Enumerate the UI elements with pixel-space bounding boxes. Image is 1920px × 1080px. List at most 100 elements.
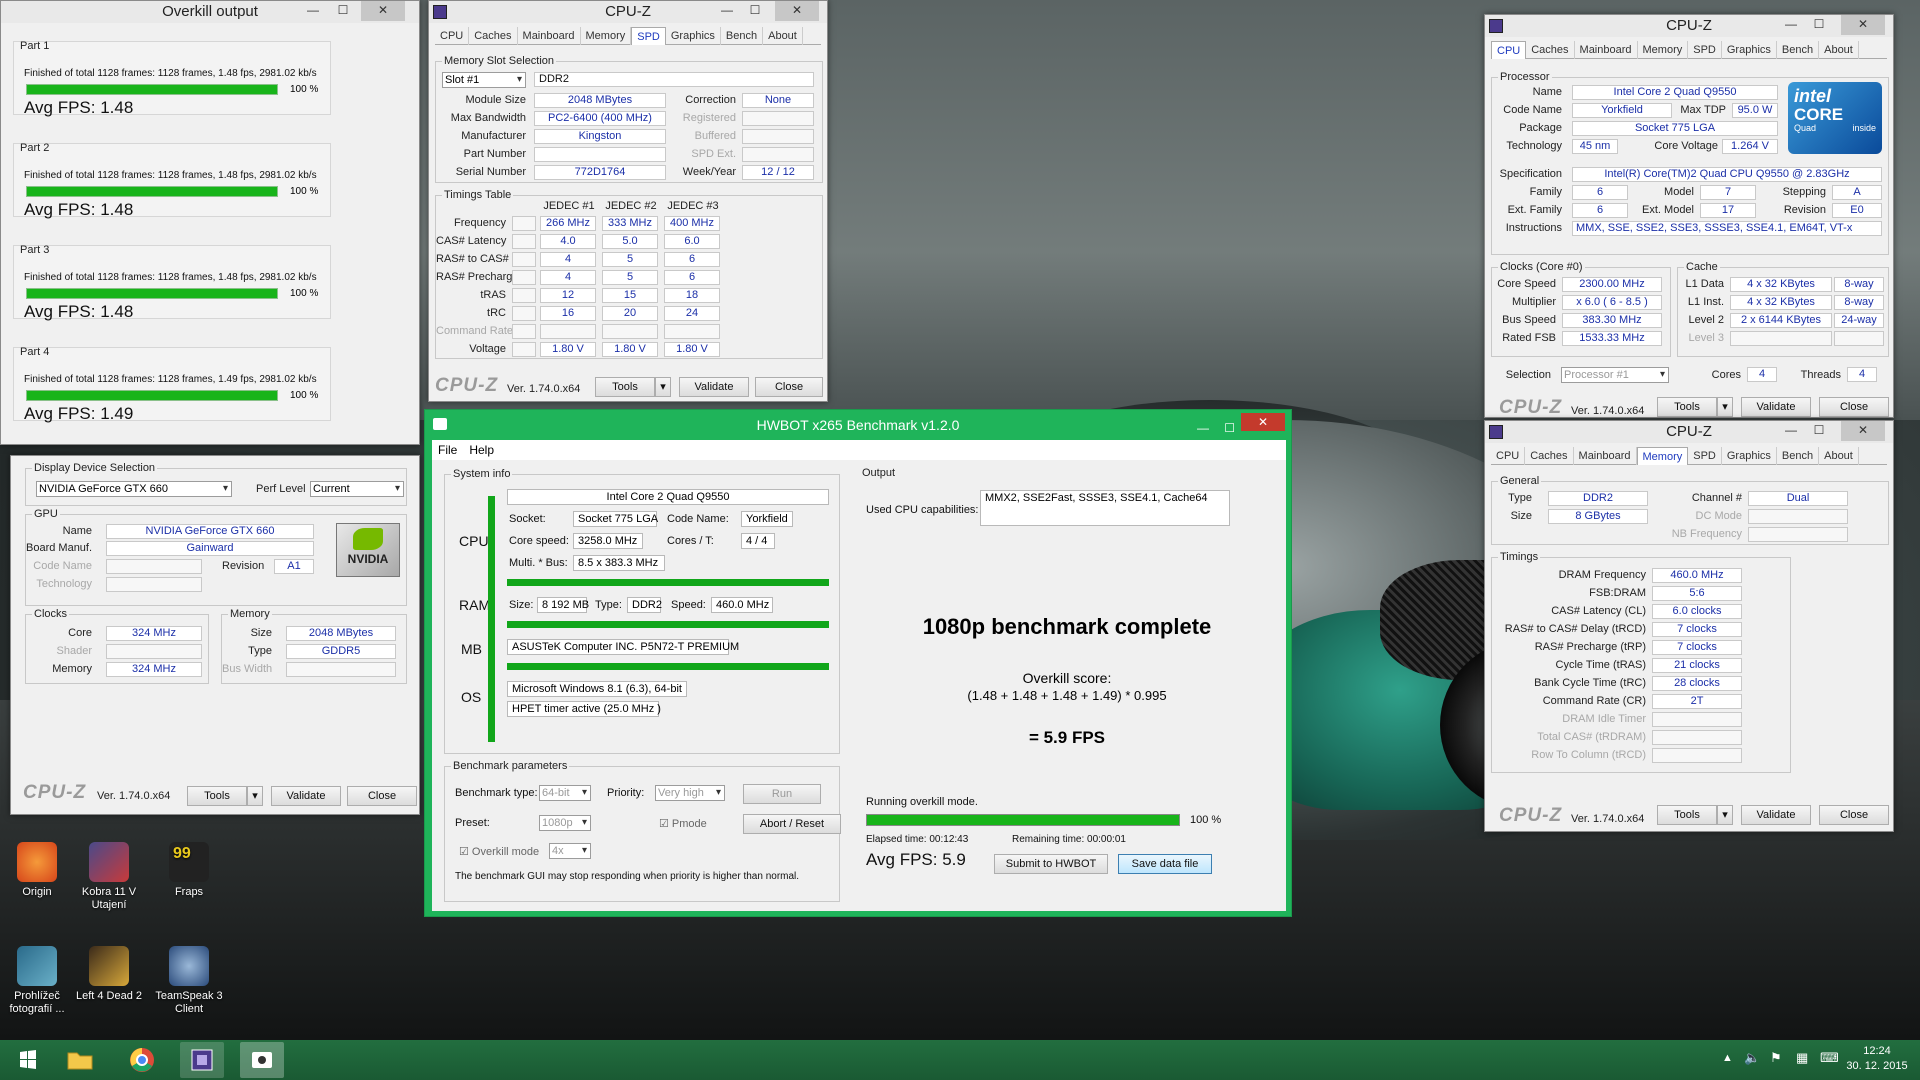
timing-cell: 333 MHz — [602, 216, 658, 231]
maximize-button[interactable]: ☐ — [1805, 421, 1833, 441]
code-name-label: Code Name — [33, 560, 92, 572]
tools-dropdown-button[interactable]: ▾ — [247, 786, 263, 806]
menu-help[interactable]: Help — [469, 440, 494, 460]
desktop-icon-fraps[interactable]: 99 Fraps — [154, 842, 224, 899]
tray-show-hidden-icon[interactable]: ▲ — [1722, 1052, 1733, 1064]
menu-file[interactable]: File — [438, 440, 457, 460]
tab-mainboard[interactable]: Mainboard — [1574, 447, 1637, 465]
serial-number-label: Serial Number — [455, 166, 526, 178]
overkill-part: Part 3 Finished of total 1128 frames: 11… — [13, 244, 331, 321]
tab-about[interactable]: About — [1819, 41, 1859, 59]
taskbar-clock[interactable]: 12:24 30. 12. 2015 — [1842, 1044, 1912, 1074]
keyboard-icon[interactable]: ⌨ — [1820, 1050, 1839, 1066]
minimize-button[interactable]: — — [1777, 421, 1805, 441]
close-button[interactable]: ✕ — [1241, 413, 1285, 431]
tools-dropdown-button[interactable]: ▾ — [655, 377, 671, 397]
multi-bus-field: 8.5 x 383.3 MHz — [573, 555, 665, 571]
tools-button[interactable]: Tools — [595, 377, 655, 397]
pmode-checkbox[interactable]: ☑ Pmode — [659, 817, 707, 830]
submit-to-hwbot-button[interactable]: Submit to HWBOT — [994, 854, 1108, 874]
minimize-button[interactable]: — — [1197, 413, 1209, 443]
volume-icon[interactable]: 🔈 — [1744, 1050, 1760, 1066]
package-value: Socket 775 LGA — [1572, 121, 1778, 136]
tab-memory[interactable]: Memory — [1638, 41, 1689, 59]
validate-button[interactable]: Validate — [1741, 397, 1811, 417]
tab-memory[interactable]: Memory — [1636, 447, 1689, 465]
tab-cpu[interactable]: CPU — [1491, 447, 1526, 465]
tab-about[interactable]: About — [763, 27, 803, 45]
desktop-icon-teamspeak[interactable]: TeamSpeak 3 Client — [154, 946, 224, 1016]
maximize-button[interactable]: ☐ — [329, 1, 357, 21]
tab-memory[interactable]: Memory — [581, 27, 632, 45]
desktop-icon-kobra[interactable]: Kobra 11 V Utajení — [74, 842, 144, 912]
save-data-file-button[interactable]: Save data file — [1118, 854, 1212, 874]
slot-select[interactable]: Slot #1 — [442, 72, 526, 88]
tab-bench[interactable]: Bench — [1777, 41, 1820, 59]
tools-button[interactable]: Tools — [187, 786, 247, 806]
close-button[interactable]: ✕ — [1841, 421, 1885, 441]
tab-caches[interactable]: Caches — [469, 27, 518, 45]
taskbar-cpuz[interactable] — [180, 1042, 224, 1078]
maximize-button[interactable]: ☐ — [741, 1, 769, 21]
close-button[interactable]: ✕ — [361, 1, 405, 21]
taskbar-hwbot[interactable] — [240, 1042, 284, 1078]
timing-cell: 5.0 — [602, 234, 658, 249]
timing-row-label: RAS# to CAS# — [436, 253, 509, 265]
validate-button[interactable]: Validate — [271, 786, 341, 806]
maximize-button[interactable]: ☐ — [1805, 15, 1833, 35]
tab-spd[interactable]: SPD — [1688, 447, 1722, 465]
close-button[interactable]: Close — [1819, 805, 1889, 825]
benchmark-type-select[interactable]: 64-bit — [539, 785, 591, 801]
tools-button[interactable]: Tools — [1657, 805, 1717, 825]
perf-level-select[interactable]: Current — [310, 481, 404, 497]
action-center-flag-icon[interactable]: ⚑ — [1770, 1050, 1782, 1066]
tab-graphics[interactable]: Graphics — [666, 27, 721, 45]
desktop-icon-left4dead2[interactable]: Left 4 Dead 2 — [74, 946, 144, 1003]
taskbar-chrome[interactable] — [120, 1042, 164, 1078]
validate-button[interactable]: Validate — [679, 377, 749, 397]
tab-cpu[interactable]: CPU — [435, 27, 470, 45]
device-select[interactable]: NVIDIA GeForce GTX 660 — [36, 481, 232, 497]
validate-button[interactable]: Validate — [1741, 805, 1811, 825]
network-icon[interactable]: ▦ — [1796, 1050, 1808, 1066]
tools-dropdown-button[interactable]: ▾ — [1717, 805, 1733, 825]
close-button[interactable]: ✕ — [1841, 15, 1885, 35]
priority-select[interactable]: Very high — [655, 785, 725, 801]
close-button[interactable]: ✕ — [775, 1, 819, 21]
start-button[interactable] — [6, 1042, 50, 1078]
tab-spd[interactable]: SPD — [1688, 41, 1722, 59]
tab-cpu[interactable]: CPU — [1491, 41, 1527, 59]
part-status: Finished of total 1128 frames: 1128 fram… — [24, 68, 317, 79]
tab-mainboard[interactable]: Mainboard — [518, 27, 581, 45]
minimize-button[interactable]: — — [1777, 15, 1805, 35]
tab-graphics[interactable]: Graphics — [1722, 41, 1777, 59]
tab-graphics[interactable]: Graphics — [1722, 447, 1777, 465]
tools-dropdown-button[interactable]: ▾ — [1717, 397, 1733, 417]
tab-mainboard[interactable]: Mainboard — [1575, 41, 1638, 59]
close-button[interactable]: Close — [1819, 397, 1889, 417]
core-speed-label: Core Speed — [1497, 278, 1556, 290]
minimize-button[interactable]: — — [299, 1, 327, 21]
tab-bench[interactable]: Bench — [1777, 447, 1820, 465]
run-button[interactable]: Run — [743, 784, 821, 804]
desktop-icon-origin[interactable]: Origin — [2, 842, 72, 899]
tab-caches[interactable]: Caches — [1525, 447, 1574, 465]
desktop-icon-photo-viewer[interactable]: Prohlížeč fotografií ... — [2, 946, 72, 1016]
maximize-button[interactable]: ☐ — [1224, 413, 1235, 443]
overkill-mode-checkbox[interactable]: ☑ Overkill mode — [459, 845, 539, 858]
abort-reset-button[interactable]: Abort / Reset — [743, 814, 841, 834]
close-button[interactable]: Close — [755, 377, 823, 397]
taskbar-file-explorer[interactable] — [58, 1042, 102, 1078]
tools-button[interactable]: Tools — [1657, 397, 1717, 417]
close-button[interactable]: Close — [347, 786, 417, 806]
tab-about[interactable]: About — [1819, 447, 1859, 465]
processor-select[interactable]: Processor #1 — [1561, 367, 1669, 383]
cpuz-app-icon — [433, 5, 447, 19]
minimize-button[interactable]: — — [713, 1, 741, 21]
l1-data-ways: 8-way — [1834, 277, 1884, 292]
overkill-count-select[interactable]: 4x — [549, 843, 591, 859]
tab-spd[interactable]: SPD — [631, 27, 666, 45]
tab-bench[interactable]: Bench — [721, 27, 764, 45]
tab-caches[interactable]: Caches — [1526, 41, 1575, 59]
preset-select[interactable]: 1080p — [539, 815, 591, 831]
